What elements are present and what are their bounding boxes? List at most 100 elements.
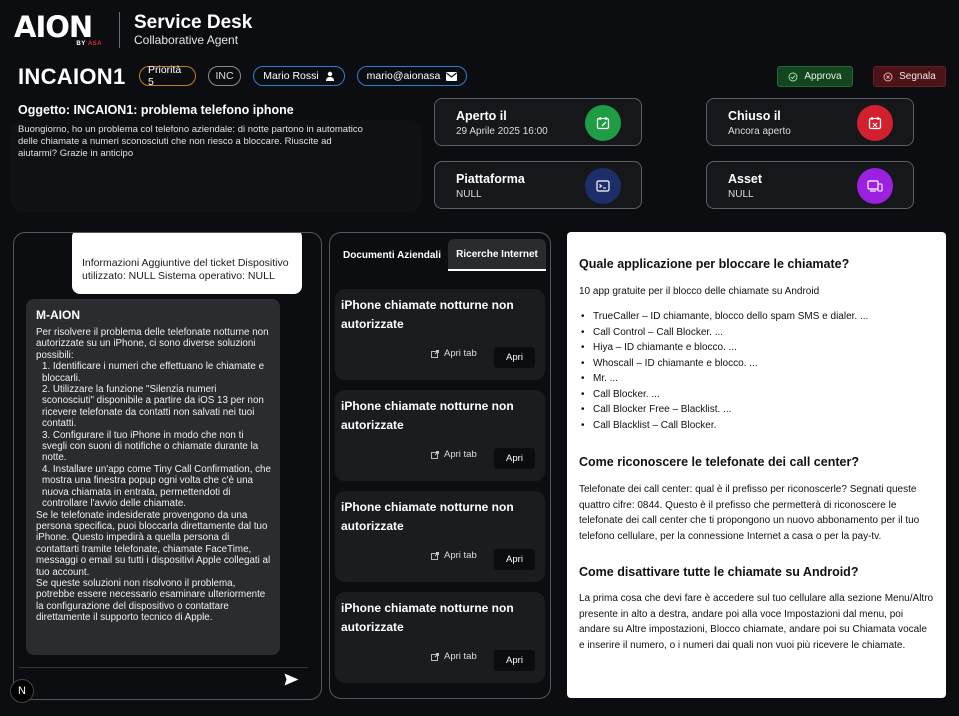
result-card: iPhone chiamate notturne non autorizzate… bbox=[335, 390, 545, 481]
asset-value: NULL bbox=[728, 189, 754, 200]
close-circle-icon bbox=[883, 72, 893, 81]
open-tab-label: Apri tab bbox=[444, 651, 477, 662]
user-name: Mario Rossi bbox=[263, 70, 319, 82]
logo-text: AION bbox=[14, 10, 93, 44]
user-message: Informazioni Aggiuntive del ticket Dispo… bbox=[72, 233, 302, 294]
open-tab-button[interactable]: Apri tab bbox=[431, 550, 477, 561]
app-subtitle: Collaborative Agent bbox=[134, 33, 239, 47]
chat-panel: Informazioni Aggiuntive del ticket Dispo… bbox=[13, 232, 322, 700]
open-label: Apri bbox=[506, 352, 523, 363]
list-item: Call Blacklist – Call Blocker. bbox=[593, 418, 868, 434]
bot-line: 2. Utilizzare la funzione "Silenzia nume… bbox=[42, 384, 264, 430]
platform-value: NULL bbox=[456, 189, 482, 200]
ticket-description: Buongiorno, ho un problema col telefono … bbox=[18, 124, 363, 159]
external-link-icon bbox=[431, 551, 439, 560]
user-badge[interactable]: Mario Rossi bbox=[253, 66, 345, 86]
tab-company-documents[interactable]: Documenti Aziendali bbox=[338, 239, 446, 271]
ticket-subject: Oggetto: INCAION1: problema telefono iph… bbox=[18, 103, 294, 117]
content-heading: Come riconoscere le telefonate dei call … bbox=[579, 455, 859, 469]
list-item: Call Control – Call Blocker. ... bbox=[593, 325, 868, 341]
open-tab-button[interactable]: Apri tab bbox=[431, 348, 477, 359]
closed-title: Chiuso il bbox=[728, 109, 781, 123]
result-title: iPhone chiamate notturne non autorizzate bbox=[341, 298, 514, 331]
open-button[interactable]: Apri bbox=[494, 347, 535, 368]
asset-title: Asset bbox=[728, 172, 763, 186]
bot-line: 4. Installare un'app come Tiny Call Conf… bbox=[42, 463, 271, 510]
user-message-text: Informazioni Aggiuntive del ticket Dispo… bbox=[82, 257, 289, 282]
report-button[interactable]: Segnala bbox=[873, 66, 946, 87]
content-paragraph: 10 app gratuite per il blocco delle chia… bbox=[579, 286, 820, 297]
list-item: Call Blocker Free – Blacklist. ... bbox=[593, 402, 868, 418]
open-tab-button[interactable]: Apri tab bbox=[431, 449, 477, 460]
open-tab-button[interactable]: Apri tab bbox=[431, 651, 477, 662]
list-item: Call Blocker. ... bbox=[593, 387, 868, 403]
closed-card: Chiuso il Ancora aperto bbox=[706, 98, 914, 146]
terminal-icon bbox=[585, 168, 621, 204]
aion-logo: AION BY ASA bbox=[14, 12, 108, 50]
list-item: Whoscall – ID chiamante e blocco. ... bbox=[593, 356, 868, 372]
calendar-close-icon bbox=[857, 105, 893, 141]
bot-line: 3. Configurare il tuo iPhone in modo che… bbox=[42, 429, 259, 464]
approve-button[interactable]: Approva bbox=[777, 66, 853, 87]
priority-badge: Priorità 5 bbox=[139, 64, 196, 88]
ticket-type-badge: INC bbox=[208, 66, 241, 86]
result-title: iPhone chiamate notturne non autorizzate bbox=[341, 399, 514, 432]
tab-internet-searches[interactable]: Ricerche Internet bbox=[448, 239, 546, 271]
opened-value: 29 Aprile 2025 16:00 bbox=[456, 126, 548, 137]
logo-brand: ASA bbox=[87, 41, 102, 47]
app-list: TrueCaller – ID chiamante, blocco dello … bbox=[593, 309, 868, 433]
calendar-edit-icon bbox=[585, 105, 621, 141]
chat-input[interactable] bbox=[18, 667, 308, 693]
mail-icon bbox=[446, 71, 458, 81]
priority-label: Priorità 5 bbox=[148, 64, 182, 88]
open-tab-label: Apri tab bbox=[444, 550, 477, 561]
email-badge[interactable]: mario@aionasa bbox=[357, 66, 467, 86]
result-title: iPhone chiamate notturne non autorizzate bbox=[341, 500, 514, 533]
logo-by-text: BY bbox=[76, 41, 86, 47]
web-content-panel: Quale applicazione per bloccare le chiam… bbox=[567, 232, 946, 698]
content-heading: Quale applicazione per bloccare le chiam… bbox=[579, 257, 850, 271]
ticket-type-label: INC bbox=[215, 70, 234, 82]
n-badge[interactable]: N bbox=[10, 679, 34, 703]
asset-card: Asset NULL bbox=[706, 161, 914, 209]
open-label: Apri bbox=[506, 554, 523, 565]
platform-card: Piattaforma NULL bbox=[434, 161, 642, 209]
open-button[interactable]: Apri bbox=[494, 549, 535, 570]
opened-card: Aperto il 29 Aprile 2025 16:00 bbox=[434, 98, 642, 146]
bot-message-text: Per risolvere il problema delle telefona… bbox=[36, 327, 271, 624]
bot-line: Se le telefonate indesiderate provengono… bbox=[36, 509, 271, 578]
content-paragraph: Telefonate dei call center: qual è il pr… bbox=[579, 484, 920, 542]
bot-name: M-AION bbox=[36, 308, 80, 322]
platform-title: Piattaforma bbox=[456, 172, 525, 186]
closed-value: Ancora aperto bbox=[728, 126, 791, 137]
tab-docs-label: Documenti Aziendali bbox=[343, 249, 441, 261]
external-link-icon bbox=[431, 349, 439, 358]
logo-by: BY ASA bbox=[76, 41, 102, 47]
n-badge-label: N bbox=[18, 685, 26, 697]
approve-label: Approva bbox=[804, 71, 842, 82]
list-item: Mr. ... bbox=[593, 371, 868, 387]
open-button[interactable]: Apri bbox=[494, 650, 535, 671]
bot-line: Per risolvere il problema delle telefona… bbox=[36, 327, 269, 361]
bot-message: M-AION Per risolvere il problema delle t… bbox=[26, 299, 280, 655]
open-tab-label: Apri tab bbox=[444, 449, 477, 460]
result-card: iPhone chiamate notturne non autorizzate… bbox=[335, 289, 545, 380]
external-link-icon bbox=[431, 450, 439, 459]
tab-web-label: Ricerche Internet bbox=[456, 248, 538, 260]
app-title: Service Desk bbox=[134, 12, 253, 33]
report-label: Segnala bbox=[899, 71, 936, 82]
content-paragraph: La prima cosa che devi fare è accedere s… bbox=[579, 593, 934, 651]
documents-panel: Documenti Aziendali Ricerche Internet iP… bbox=[329, 232, 551, 699]
result-title: iPhone chiamate notturne non autorizzate bbox=[341, 601, 514, 634]
devices-icon bbox=[857, 168, 893, 204]
opened-title: Aperto il bbox=[456, 109, 507, 123]
list-item: TrueCaller – ID chiamante, blocco dello … bbox=[593, 309, 868, 325]
open-tab-label: Apri tab bbox=[444, 348, 477, 359]
bot-line: 1. Identificare i numeri che effettuano … bbox=[42, 361, 265, 384]
open-label: Apri bbox=[506, 655, 523, 666]
list-item: Hiya – ID chiamante e blocco. ... bbox=[593, 340, 868, 356]
open-button[interactable]: Apri bbox=[494, 448, 535, 469]
header-divider bbox=[119, 12, 120, 48]
send-icon[interactable] bbox=[284, 673, 299, 686]
external-link-icon bbox=[431, 652, 439, 661]
